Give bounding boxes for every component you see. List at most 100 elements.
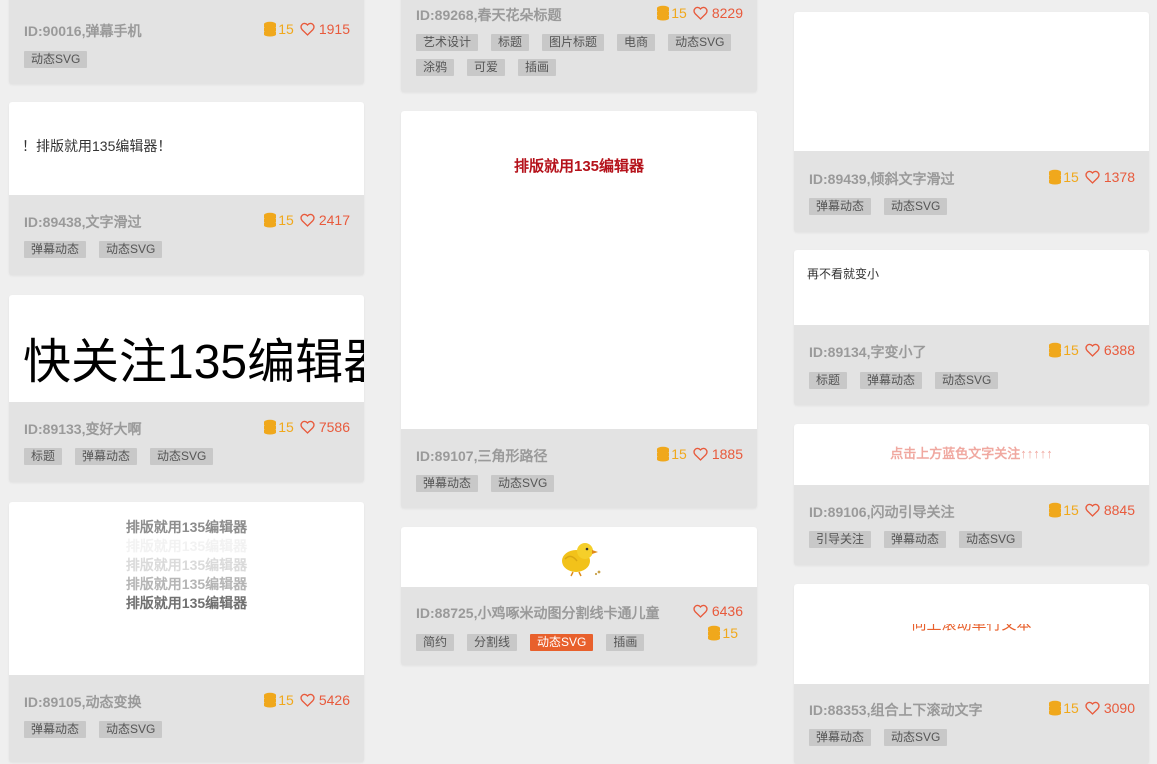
tag[interactable]: 动态SVG — [24, 51, 88, 68]
tag-list: 弹幕动态 动态SVG — [24, 241, 354, 266]
tag[interactable]: 动态SVG — [884, 729, 948, 746]
tag[interactable]: 简约 — [416, 634, 455, 651]
tag[interactable]: 分割线 — [467, 634, 518, 651]
tag[interactable]: 弹幕动态 — [884, 531, 947, 548]
tag-active[interactable]: 动态SVG — [530, 634, 594, 651]
tag[interactable]: 艺术设计 — [416, 34, 479, 51]
card-title[interactable]: ID:89105,动态变换 — [24, 692, 141, 712]
card-title[interactable]: ID:89438,文字滑过 — [24, 212, 141, 232]
tag[interactable]: 动态SVG — [99, 721, 163, 738]
like-button[interactable]: 8845 — [1085, 502, 1135, 518]
template-card[interactable]: 排版就用135编辑器 排版就用135编辑器 排版就用135编辑器 排版就用135… — [9, 502, 364, 762]
tag[interactable]: 电商 — [617, 34, 656, 51]
tag[interactable]: 动态SVG — [150, 448, 214, 465]
card-title[interactable]: ID:89133,变好大啊 — [24, 419, 141, 439]
tag[interactable]: 可爱 — [467, 59, 506, 76]
like-button[interactable]: 6388 — [1085, 342, 1135, 358]
like-button[interactable]: 1378 — [1085, 169, 1135, 185]
like-button[interactable]: 7586 — [300, 419, 350, 435]
template-card[interactable]: ID:89268,春天花朵标题 15 8229 艺术设计 标题 图片标题 电商 动态SV… — [401, 0, 757, 92]
like-count: 8229 — [711, 5, 743, 21]
card-preview[interactable] — [401, 527, 757, 587]
tag[interactable]: 标题 — [24, 448, 63, 465]
tag[interactable]: 弹幕动态 — [860, 372, 923, 389]
card-title[interactable]: ID:88353,组合上下滚动文字 — [809, 700, 982, 720]
card-stats: 15 1915 — [263, 21, 350, 37]
template-card[interactable]: 向上滚动单行文本 ID:88353,组合上下滚动文字 15 3090 弹幕动态动… — [794, 584, 1149, 764]
tag-list: 弹幕动态 动态SVG — [24, 721, 354, 746]
tag[interactable]: 插画 — [606, 634, 645, 651]
like-button[interactable]: 8229 — [693, 5, 743, 21]
coin-count: 15 — [1063, 700, 1079, 716]
tag[interactable]: 动态SVG — [668, 34, 732, 51]
tag[interactable]: 弹幕动态 — [24, 241, 87, 258]
card-preview[interactable]: 排版就用135编辑器 — [401, 111, 757, 429]
coin-stack-icon: 15 — [263, 692, 294, 708]
tag[interactable]: 动态SVG — [884, 198, 948, 215]
heart-outline-icon — [1085, 343, 1100, 357]
coin-count: 15 — [278, 21, 294, 37]
template-card[interactable]: 点击上方蓝色文字关注↑↑↑↑↑ ID:89106,闪动引导关注 15 8845 … — [794, 424, 1149, 565]
card-preview[interactable]: 向上滚动单行文本 — [794, 584, 1149, 684]
like-button[interactable]: 1915 — [300, 21, 350, 37]
preview-line: 排版就用135编辑器 — [125, 576, 248, 592]
tag[interactable]: 动态SVG — [959, 531, 1023, 548]
card-title[interactable]: ID:89439,倾斜文字滑过 — [809, 169, 954, 189]
like-button[interactable]: 6436 — [693, 603, 743, 619]
tag[interactable]: 弹幕动态 — [75, 448, 138, 465]
coin-stack-icon: 15 — [263, 419, 294, 435]
template-card[interactable]: ID:88725,小鸡啄米动图分割线卡通儿童 6436 15 简约 分割线 动态SV… — [401, 527, 757, 665]
tag[interactable]: 弹幕动态 — [24, 721, 87, 738]
heart-outline-icon — [1085, 503, 1100, 517]
card-preview[interactable]: 再不看就变小 — [794, 250, 1149, 325]
tag-list: 标题 弹幕动态 动态SVG — [24, 448, 354, 473]
tag[interactable]: 图片标题 — [542, 34, 605, 51]
card-title[interactable]: ID:89134,字变小了 — [809, 342, 926, 362]
preview-text: 再不看就变小 — [807, 267, 880, 281]
tag[interactable]: 弹幕动态 — [809, 729, 872, 746]
tag[interactable]: 标题 — [491, 34, 530, 51]
like-count: 5426 — [318, 692, 350, 708]
tag[interactable]: 动态SVG — [491, 475, 555, 492]
card-title[interactable]: ID:89106,闪动引导关注 — [809, 502, 954, 522]
like-button[interactable]: 3090 — [1085, 700, 1135, 716]
tag[interactable]: 插画 — [518, 59, 557, 76]
card-stats: 15 8229 — [656, 5, 743, 21]
card-stats: 15 5426 — [263, 692, 350, 708]
preview-text: 排版就用135编辑器 — [513, 158, 645, 175]
coin-count: 15 — [1063, 342, 1079, 358]
tag-list: 标题 弹幕动态 动态SVG — [809, 372, 1139, 397]
card-preview[interactable]: 排版就用135编辑器 排版就用135编辑器 排版就用135编辑器 排版就用135… — [9, 502, 364, 675]
card-preview[interactable]: ！排版就用135编辑器！ — [9, 102, 364, 195]
tag[interactable]: 涂鸦 — [416, 59, 455, 76]
preview-text: 快关注135编辑器 — [23, 336, 364, 389]
heart-outline-icon — [300, 22, 315, 36]
coin-count: 15 — [1063, 169, 1079, 185]
tag[interactable]: 动态SVG — [935, 372, 999, 389]
preview-text: 向上滚动单行文本 — [794, 624, 1149, 640]
tag[interactable]: 动态SVG — [99, 241, 163, 258]
like-button[interactable]: 2417 — [300, 212, 350, 228]
template-card[interactable]: ！排版就用135编辑器！ ID:89438,文字滑过 15 2417 弹幕动态动… — [9, 102, 364, 275]
card-title[interactable]: ID:89268,春天花朵标题 — [416, 5, 561, 25]
card-title[interactable]: ID:90016,弹幕手机 — [24, 21, 141, 41]
card-preview[interactable]: 点击上方蓝色文字关注↑↑↑↑↑ — [794, 424, 1149, 485]
card-preview[interactable] — [794, 12, 1149, 151]
like-button[interactable]: 1885 — [693, 446, 743, 462]
heart-outline-icon — [300, 213, 315, 227]
template-card[interactable]: 快关注135编辑器 ID:89133,变好大啊 15 7586 标题 弹幕动态 动态… — [9, 295, 364, 482]
card-preview[interactable]: 快关注135编辑器 — [9, 295, 364, 402]
tag[interactable]: 标题 — [809, 372, 848, 389]
card-title[interactable]: ID:88725,小鸡啄米动图分割线卡通儿童 — [416, 603, 659, 623]
tag[interactable]: 弹幕动态 — [809, 198, 872, 215]
template-card[interactable]: ID:90016,弹幕手机 15 1915 动态SVG — [9, 0, 364, 84]
card-title[interactable]: ID:89107,三角形路径 — [416, 446, 547, 466]
template-card[interactable]: ID:89439,倾斜文字滑过 15 1378 弹幕动态 动态SVG — [794, 12, 1149, 232]
template-card[interactable]: 再不看就变小 ID:89134,字变小了 15 6388 标题 弹幕动态 动态SVG — [794, 250, 1149, 405]
template-card[interactable]: 排版就用135编辑器 ID:89107,三角形路径 15 1885 弹幕动态 动态… — [401, 111, 757, 508]
tag[interactable]: 弹幕动态 — [416, 475, 479, 492]
like-button[interactable]: 5426 — [300, 692, 350, 708]
like-count: 8845 — [1103, 502, 1135, 518]
tag[interactable]: 引导关注 — [809, 531, 872, 548]
chick-icon — [562, 543, 601, 577]
